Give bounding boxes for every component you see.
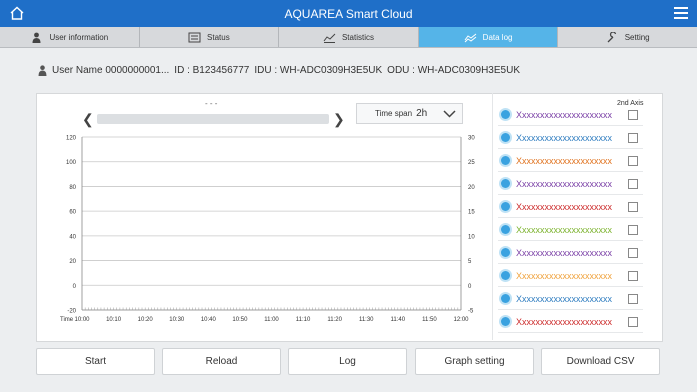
y2-tick-label: 15 [468, 210, 475, 216]
legend-series-name: Xxxxxxxxxxxxxxxxxxxxx [516, 155, 613, 166]
download-csv-button[interactable]: Download CSV [541, 348, 660, 375]
second-axis-checkbox[interactable] [628, 109, 638, 120]
y-tick-label: -20 [67, 309, 76, 315]
log-button[interactable]: Log [288, 348, 407, 375]
legend-row[interactable]: Xxxxxxxxxxxxxxxxxxxxx [498, 311, 643, 333]
legend-series-name: Xxxxxxxxxxxxxxxxxxxxx [516, 178, 613, 189]
legend-series-name: Xxxxxxxxxxxxxxxxxxxxx [516, 293, 613, 304]
second-axis-checkbox[interactable] [628, 316, 638, 327]
legend-row[interactable]: Xxxxxxxxxxxxxxxxxxxxx [498, 219, 643, 241]
reload-button[interactable]: Reload [162, 348, 281, 375]
legend-series-name: Xxxxxxxxxxxxxxxxxxxxx [516, 247, 613, 258]
x-tick-label: 11:30 [359, 317, 374, 323]
legend-series-name: Xxxxxxxxxxxxxxxxxxxxx [516, 132, 613, 143]
series-dot-icon[interactable] [501, 133, 510, 142]
y-tick-label: 40 [69, 234, 76, 240]
y-tick-label: 0 [73, 284, 77, 290]
series-dot-icon[interactable] [501, 179, 510, 188]
x-tick-label: 11:50 [422, 317, 437, 323]
x-tick-label: 10:40 [201, 317, 217, 323]
legend-row[interactable]: Xxxxxxxxxxxxxxxxxxxxx [498, 196, 643, 218]
legend-series-name: Xxxxxxxxxxxxxxxxxxxxx [516, 316, 613, 327]
action-bar: Start Reload Log Graph setting Download … [36, 348, 662, 375]
y-tick-label: 120 [66, 136, 77, 142]
series-dot-icon[interactable] [501, 156, 510, 165]
legend-series-name: Xxxxxxxxxxxxxxxxxxxxx [516, 270, 613, 281]
x-tick-label: 12:00 [453, 317, 469, 323]
legend-row[interactable]: Xxxxxxxxxxxxxxxxxxxxx [498, 104, 643, 126]
second-axis-checkbox[interactable] [628, 270, 638, 281]
y2-tick-label: 10 [468, 234, 475, 240]
legend-row[interactable]: Xxxxxxxxxxxxxxxxxxxxx [498, 173, 643, 195]
series-dot-icon[interactable] [501, 294, 510, 303]
second-axis-checkbox[interactable] [628, 293, 638, 304]
y-tick-label: 20 [69, 259, 76, 265]
y2-tick-label: 30 [468, 136, 475, 142]
second-axis-checkbox[interactable] [628, 178, 638, 189]
series-dot-icon[interactable] [501, 317, 510, 326]
second-axis-checkbox[interactable] [628, 247, 638, 258]
y2-tick-label: 0 [468, 284, 472, 290]
y-tick-label: 80 [69, 185, 76, 191]
y2-tick-label: -5 [468, 309, 474, 315]
x-tick-label: 11:00 [264, 317, 279, 323]
x-tick-label: 10:10 [106, 317, 122, 323]
series-dot-icon[interactable] [501, 225, 510, 234]
legend-row[interactable]: Xxxxxxxxxxxxxxxxxxxxx [498, 150, 643, 172]
series-dot-icon[interactable] [501, 248, 510, 257]
x-tick-label: 10:00 [74, 317, 90, 323]
legend-row[interactable]: Xxxxxxxxxxxxxxxxxxxxx [498, 242, 643, 264]
series-dot-icon[interactable] [501, 202, 510, 211]
start-button[interactable]: Start [36, 348, 155, 375]
legend-row[interactable]: Xxxxxxxxxxxxxxxxxxxxx [498, 265, 643, 287]
y2-tick-label: 25 [468, 160, 475, 166]
legend-row[interactable]: Xxxxxxxxxxxxxxxxxxxxx [498, 127, 643, 149]
x-axis-title: Time [60, 317, 74, 323]
legend-series-name: Xxxxxxxxxxxxxxxxxxxxx [516, 224, 613, 235]
second-axis-checkbox[interactable] [628, 201, 638, 212]
legend-series-name: Xxxxxxxxxxxxxxxxxxxxx [516, 109, 613, 120]
x-tick-label: 11:10 [296, 317, 311, 323]
x-tick-label: 10:50 [232, 317, 248, 323]
x-tick-label: 10:30 [169, 317, 185, 323]
y2-tick-label: 20 [468, 185, 475, 191]
second-axis-checkbox[interactable] [628, 132, 638, 143]
x-tick-label: 10:20 [138, 317, 154, 323]
graph-setting-button[interactable]: Graph setting [415, 348, 534, 375]
x-tick-label: 11:20 [327, 317, 342, 323]
second-axis-checkbox[interactable] [628, 155, 638, 166]
y-tick-label: 60 [69, 210, 76, 216]
series-dot-icon[interactable] [501, 271, 510, 280]
legend-series-name: Xxxxxxxxxxxxxxxxxxxxx [516, 201, 613, 212]
second-axis-checkbox[interactable] [628, 224, 638, 235]
y2-tick-label: 5 [468, 259, 472, 265]
y-tick-label: 100 [66, 160, 77, 166]
series-dot-icon[interactable] [501, 110, 510, 119]
legend-row[interactable]: Xxxxxxxxxxxxxxxxxxxxx [498, 288, 643, 310]
x-tick-label: 11:40 [391, 317, 406, 323]
